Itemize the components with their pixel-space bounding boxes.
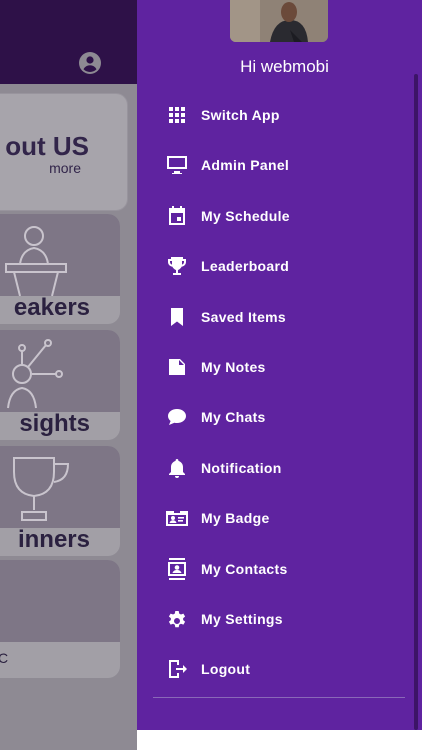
scrollbar[interactable] <box>414 74 418 730</box>
menu-item-leaderboard[interactable]: Leaderboard <box>137 241 407 291</box>
speakers-tile[interactable]: eakers <box>0 214 120 324</box>
menu-item-switch-app[interactable]: Switch App <box>137 90 407 140</box>
menu-label-my-settings: My Settings <box>201 610 283 627</box>
bell-icon <box>169 458 185 478</box>
bottom-fragment-text: C <box>0 650 9 666</box>
badge-icon <box>166 511 188 527</box>
menu-label-my-chats: My Chats <box>201 409 266 426</box>
grid-icon <box>169 107 185 123</box>
app-header <box>0 0 137 84</box>
background-app: out US more eakers sights inners C <box>0 0 137 750</box>
more-tile-image <box>0 560 120 642</box>
chat-bubble-icon <box>168 409 186 426</box>
menu-label-logout: Logout <box>201 661 251 678</box>
about-us-card[interactable]: out US more <box>0 93 128 211</box>
drawer-divider <box>153 697 405 698</box>
menu-item-my-settings[interactable]: My Settings <box>137 594 407 644</box>
menu-item-my-schedule[interactable]: My Schedule <box>137 191 407 241</box>
menu-label-my-schedule: My Schedule <box>201 207 290 224</box>
winners-illustration <box>0 446 120 528</box>
gear-icon <box>168 610 186 628</box>
menu-item-logout[interactable]: Logout <box>137 644 407 694</box>
greeting-text: Hi webmobi <box>240 57 329 76</box>
insights-illustration <box>0 330 120 412</box>
profile-icon[interactable] <box>78 51 102 75</box>
winners-tile[interactable]: inners <box>0 446 120 556</box>
menu-item-my-chats[interactable]: My Chats <box>137 392 407 442</box>
monitor-icon <box>167 156 187 175</box>
drawer-bottom-strip <box>137 730 422 750</box>
menu-label-saved-items: Saved Items <box>201 308 287 325</box>
note-icon <box>169 358 185 375</box>
more-tile[interactable] <box>0 560 120 678</box>
menu-label-my-contacts: My Contacts <box>201 560 288 577</box>
about-us-subtitle: more <box>49 160 81 176</box>
podium-icon <box>5 226 67 296</box>
menu-label-my-notes: My Notes <box>201 358 266 375</box>
network-person-icon <box>7 339 63 409</box>
menu-item-my-contacts[interactable]: My Contacts <box>137 544 407 594</box>
contacts-icon <box>168 557 186 580</box>
calendar-icon <box>169 205 185 225</box>
speakers-illustration <box>0 214 120 296</box>
menu-label-leaderboard: Leaderboard <box>201 258 290 275</box>
menu-label-admin-panel: Admin Panel <box>201 157 290 174</box>
menu-label-my-badge: My Badge <box>201 510 270 527</box>
about-us-title: out US <box>5 131 89 161</box>
menu-item-my-notes[interactable]: My Notes <box>137 342 407 392</box>
speakers-label: eakers <box>13 294 90 321</box>
menu-label-notification: Notification <box>201 459 282 476</box>
menu-item-notification[interactable]: Notification <box>137 443 407 493</box>
trophy-illustration-icon <box>13 457 70 521</box>
bookmark-icon <box>171 307 183 326</box>
navigation-drawer: Hi webmobi Switch App Admin Panel My Sch… <box>137 0 422 750</box>
menu-label-switch-app: Switch App <box>201 107 280 123</box>
menu-item-admin-panel[interactable]: Admin Panel <box>137 140 407 190</box>
insights-label: sights <box>19 410 90 437</box>
menu-item-saved-items[interactable]: Saved Items <box>137 292 407 342</box>
menu-item-my-badge[interactable]: My Badge <box>137 493 407 543</box>
drawer-menu: Switch App Admin Panel My Schedule Leade… <box>137 90 407 695</box>
logout-icon <box>169 660 187 679</box>
insights-tile[interactable]: sights <box>0 330 120 440</box>
trophy-icon <box>168 257 186 276</box>
user-avatar[interactable] <box>230 0 328 42</box>
winners-label: inners <box>17 526 90 553</box>
